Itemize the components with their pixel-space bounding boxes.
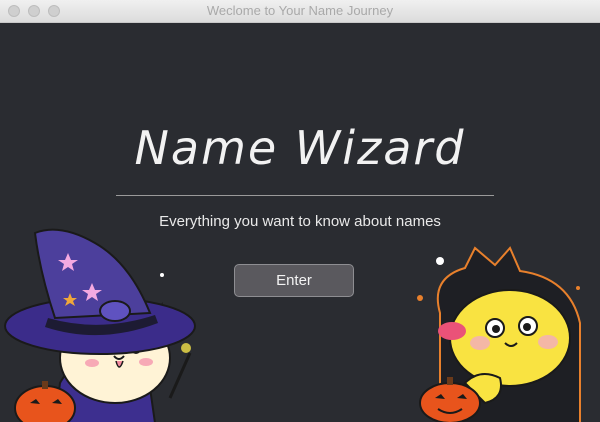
title-bar: Weclome to Your Name Journey bbox=[0, 0, 600, 23]
witch-cat-illustration bbox=[4, 228, 196, 422]
enter-button[interactable]: Enter bbox=[234, 264, 354, 297]
title-divider bbox=[116, 195, 494, 196]
yellow-cat-illustration bbox=[417, 246, 581, 422]
main-content: Name Wizard Everything you want to know … bbox=[0, 23, 600, 422]
page-title: Name Wizard bbox=[134, 121, 466, 175]
window-title: Weclome to Your Name Journey bbox=[206, 3, 394, 18]
app-window: Weclome to Your Name Journey Name Wizard… bbox=[0, 0, 600, 422]
